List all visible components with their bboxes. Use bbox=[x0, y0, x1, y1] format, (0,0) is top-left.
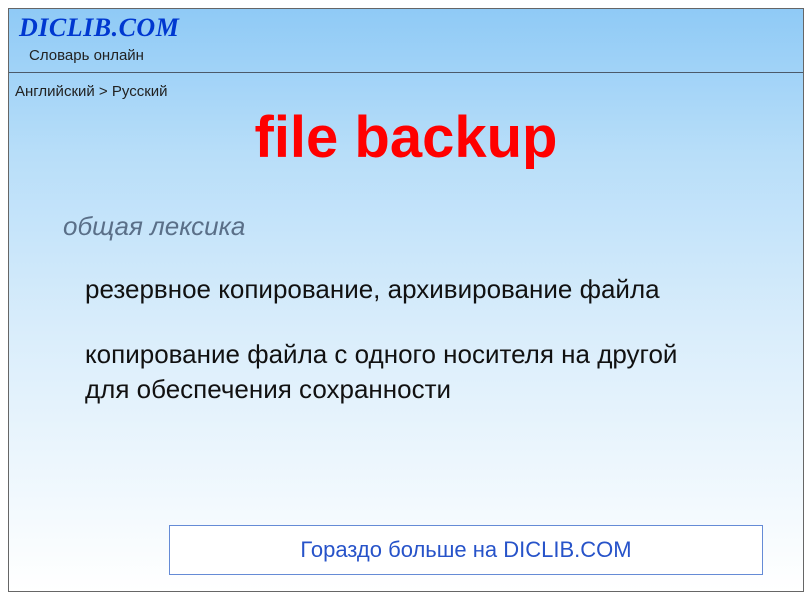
dictionary-entry: общая лексика резервное копирование, арх… bbox=[9, 211, 803, 407]
definition-item: резервное копирование, архивирование фай… bbox=[85, 272, 705, 307]
site-header: DICLIB.COM Словарь онлайн bbox=[9, 9, 803, 72]
definition-item: копирование файла с одного носителя на д… bbox=[85, 337, 705, 407]
breadcrumb[interactable]: Английский > Русский bbox=[9, 73, 803, 100]
page-card: DICLIB.COM Словарь онлайн Английский > Р… bbox=[8, 8, 804, 592]
dictionary-term: file backup bbox=[9, 104, 803, 171]
site-title[interactable]: DICLIB.COM bbox=[19, 13, 793, 43]
more-on-diclib-link[interactable]: Гораздо больше на DICLIB.COM bbox=[169, 525, 763, 575]
entry-domain-label: общая лексика bbox=[63, 211, 749, 242]
site-subtitle: Словарь онлайн bbox=[29, 47, 793, 64]
